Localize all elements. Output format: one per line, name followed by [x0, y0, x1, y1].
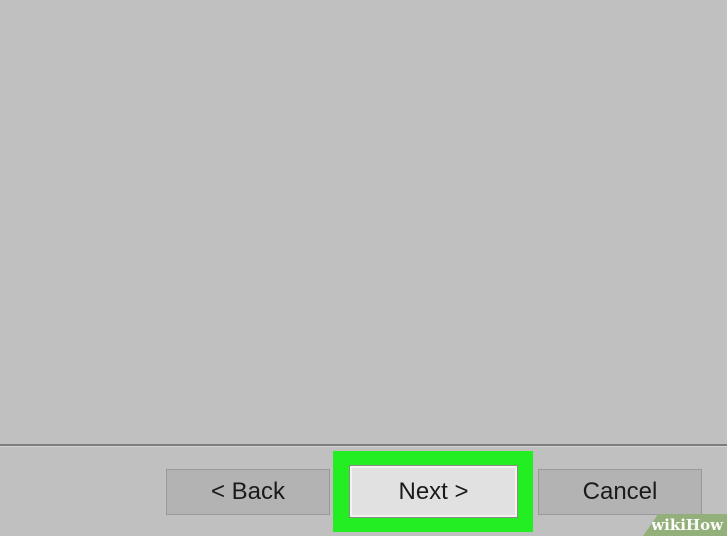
wizard-content-area	[0, 0, 727, 444]
watermark-text-how: How	[685, 516, 723, 534]
next-button[interactable]: Next >	[349, 465, 518, 518]
cancel-button[interactable]: Cancel	[538, 469, 702, 515]
back-button[interactable]: < Back	[166, 469, 330, 515]
watermark-text-wiki: wiki	[651, 516, 686, 534]
